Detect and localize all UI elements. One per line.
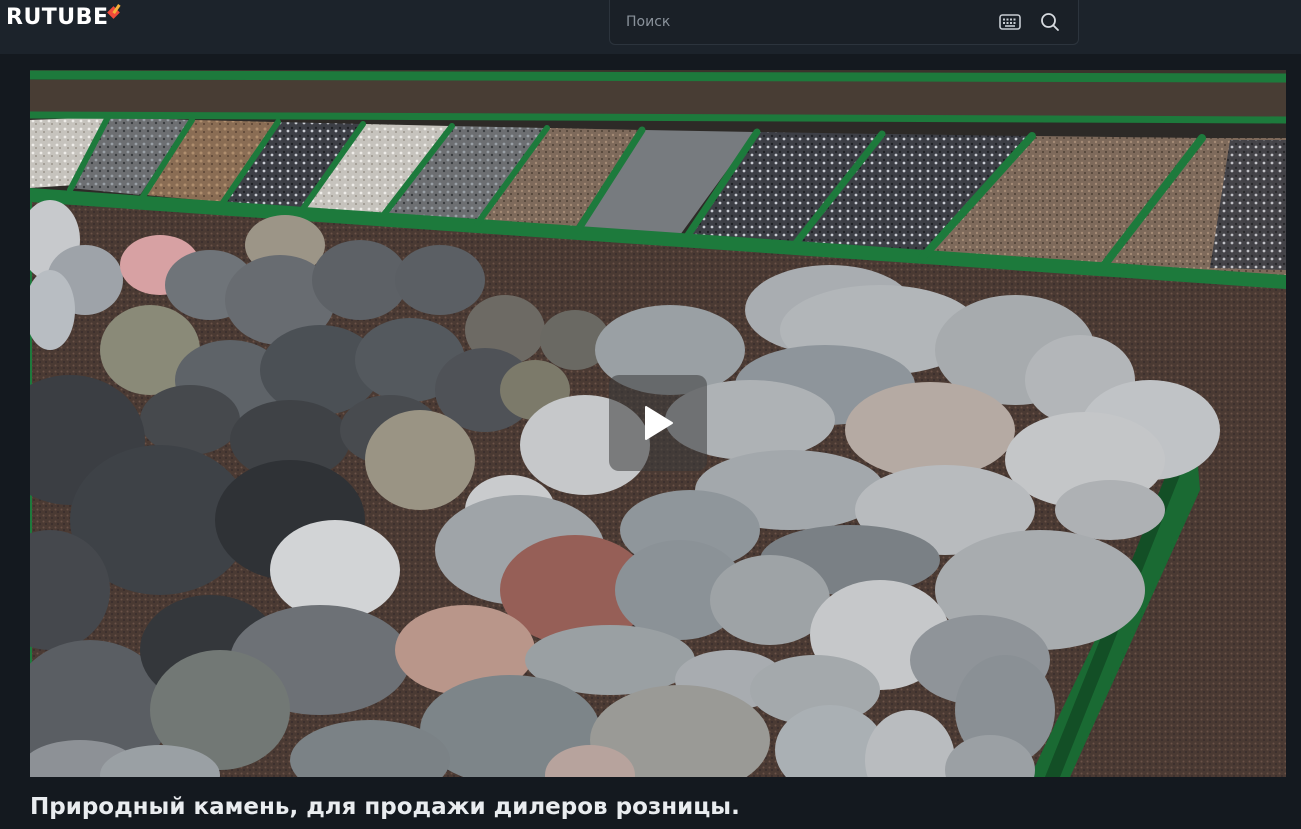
- top-bar: RUTUBE: [0, 0, 1301, 54]
- search-bar: [609, 0, 1079, 45]
- video-title: Природный камень, для продажи дилеров ро…: [30, 794, 740, 820]
- play-button[interactable]: [609, 375, 707, 471]
- rutube-logo[interactable]: RUTUBE: [6, 4, 123, 30]
- play-icon: [645, 406, 673, 440]
- video-player[interactable]: [30, 70, 1286, 777]
- keyboard-icon[interactable]: [998, 12, 1022, 32]
- logo-text: RUTUBE: [6, 4, 109, 30]
- logo-mark-icon: [109, 4, 123, 20]
- search-icon[interactable]: [1038, 10, 1062, 34]
- search-input[interactable]: [626, 11, 986, 33]
